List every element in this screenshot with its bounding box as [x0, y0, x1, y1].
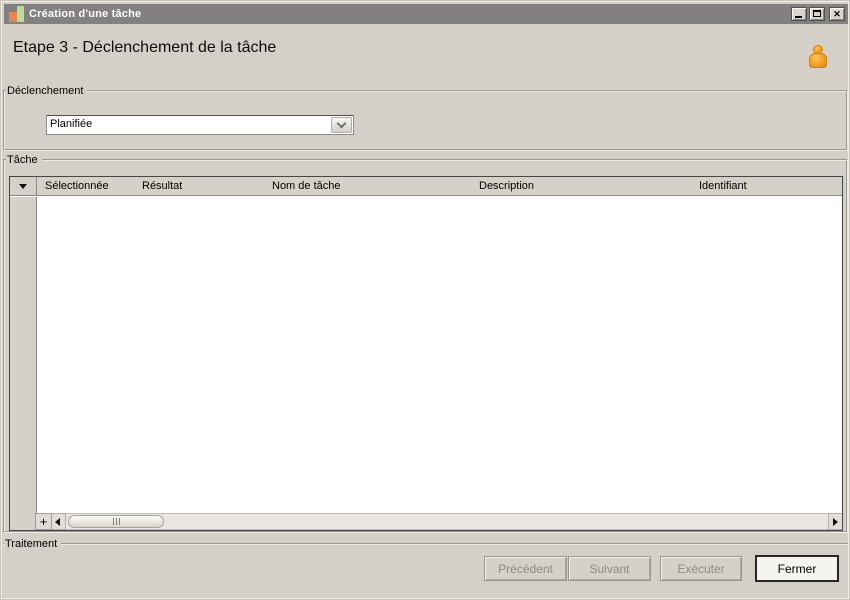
- task-grid-body: [10, 197, 842, 513]
- scrollbar-track[interactable]: [66, 513, 828, 530]
- trigger-type-select[interactable]: Planifiée: [46, 115, 354, 135]
- scroll-left-icon: [55, 518, 60, 526]
- app-icon-orange-block: [9, 12, 17, 22]
- row-selector-column: [10, 197, 37, 530]
- scroll-left-button[interactable]: [52, 513, 66, 530]
- scrollbar-thumb[interactable]: [68, 515, 164, 528]
- trigger-type-value: Planifiée: [50, 118, 93, 130]
- scroll-right-button[interactable]: [828, 513, 842, 530]
- column-header-nom-de-tache[interactable]: Nom de tâche: [264, 177, 471, 195]
- close-dialog-button[interactable]: Fermer: [755, 555, 839, 582]
- task-grid-header: Sélectionnée Résultat Nom de tâche Descr…: [10, 177, 842, 196]
- minimize-button[interactable]: [791, 7, 807, 21]
- page-title: Etape 3 - Déclenchement de la tâche: [13, 39, 277, 56]
- previous-button[interactable]: Précédent: [484, 556, 567, 581]
- chevron-down-icon: [336, 118, 347, 129]
- column-header-identifiant[interactable]: Identifiant: [691, 177, 842, 195]
- scroll-right-icon: [833, 518, 838, 526]
- window-title: Création d'une tâche: [29, 8, 142, 20]
- column-header-resultat[interactable]: Résultat: [134, 177, 264, 195]
- close-button[interactable]: [829, 7, 845, 21]
- window-controls: [791, 7, 845, 21]
- task-grid: Sélectionnée Résultat Nom de tâche Descr…: [9, 176, 843, 531]
- person-icon: [807, 45, 829, 71]
- group-declenchement-label: Déclenchement: [6, 84, 88, 98]
- minimize-icon: [795, 16, 802, 18]
- select-all-header-cell[interactable]: [10, 177, 37, 195]
- window-titlebar[interactable]: Création d'une tâche: [4, 4, 848, 24]
- app-icon: [7, 5, 25, 23]
- next-button[interactable]: Suivant: [568, 556, 651, 581]
- person-icon-body: [809, 53, 827, 68]
- dropdown-button[interactable]: [331, 117, 352, 133]
- column-header-description[interactable]: Description: [471, 177, 691, 195]
- row-selector-arrow-icon: [19, 184, 27, 189]
- scrollbar-grip-icon: [116, 518, 117, 525]
- person-icon-head: [813, 45, 823, 54]
- app-icon-green-block: [17, 6, 24, 22]
- maximize-button[interactable]: [809, 7, 825, 21]
- dialog-window: Création d'une tâche Etape 3 - Déclenche…: [0, 0, 850, 600]
- column-header-selectionnee[interactable]: Sélectionnée: [37, 177, 134, 195]
- group-tache-label: Tâche: [6, 153, 42, 167]
- group-traitement-label: Traitement: [4, 537, 62, 551]
- maximize-icon: [813, 10, 821, 17]
- execute-button[interactable]: Exécuter: [660, 556, 742, 581]
- horizontal-scrollbar[interactable]: [35, 513, 842, 530]
- add-row-button[interactable]: [35, 513, 52, 530]
